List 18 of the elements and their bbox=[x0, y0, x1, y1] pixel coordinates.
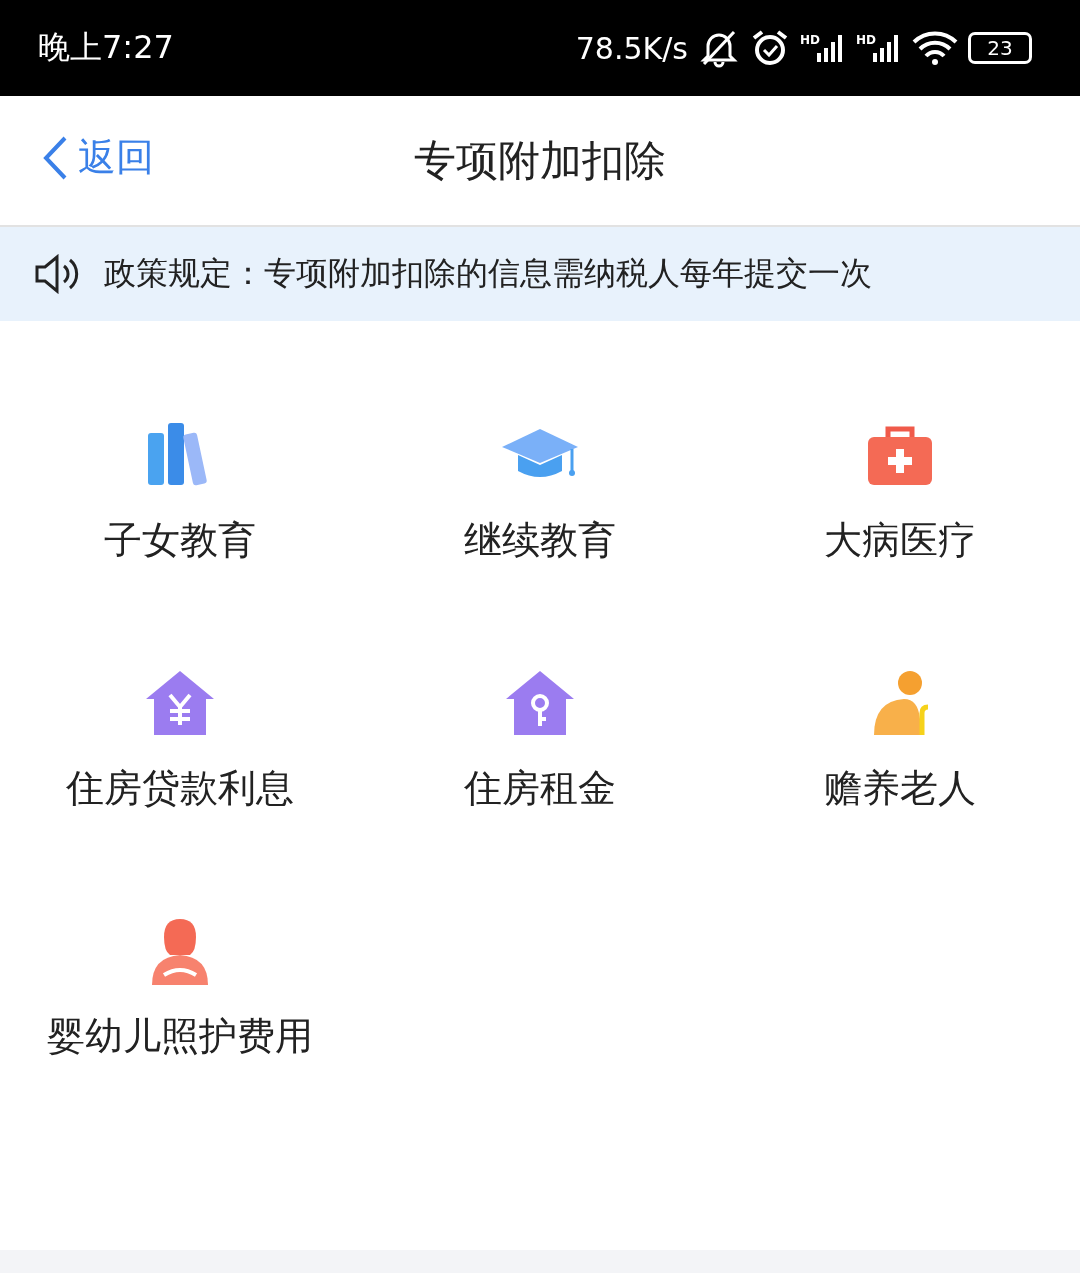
wifi-icon bbox=[912, 30, 958, 66]
deduction-item[interactable]: 住房贷款利息 bbox=[0, 649, 360, 897]
hd-label: HD bbox=[799, 33, 820, 47]
status-time: 晚上7:27 bbox=[38, 27, 174, 68]
mute-bell-icon bbox=[697, 28, 740, 68]
deduction-item[interactable]: 婴幼儿照护费用 bbox=[0, 897, 360, 1145]
hd-label: HD bbox=[856, 33, 876, 47]
policy-notice: 政策规定：专项附加扣除的信息需纳税人每年提交一次 bbox=[104, 253, 872, 294]
back-chevron-icon bbox=[42, 134, 68, 181]
page-title: 专项附加扣除 bbox=[414, 134, 666, 187]
network-speed: 78.5K/s bbox=[575, 30, 688, 66]
deduction-item[interactable]: 住房租金 bbox=[360, 649, 720, 897]
battery-icon: 23 bbox=[968, 32, 1032, 64]
deduction-item[interactable]: 赡养老人 bbox=[720, 649, 1080, 897]
deduction-item[interactable]: 继续教育 bbox=[360, 401, 720, 649]
back-button[interactable]: 返回 bbox=[42, 132, 154, 183]
deduction-item[interactable]: 子女教育 bbox=[0, 401, 360, 649]
deduction-item[interactable]: 大病医疗 bbox=[720, 401, 1080, 649]
